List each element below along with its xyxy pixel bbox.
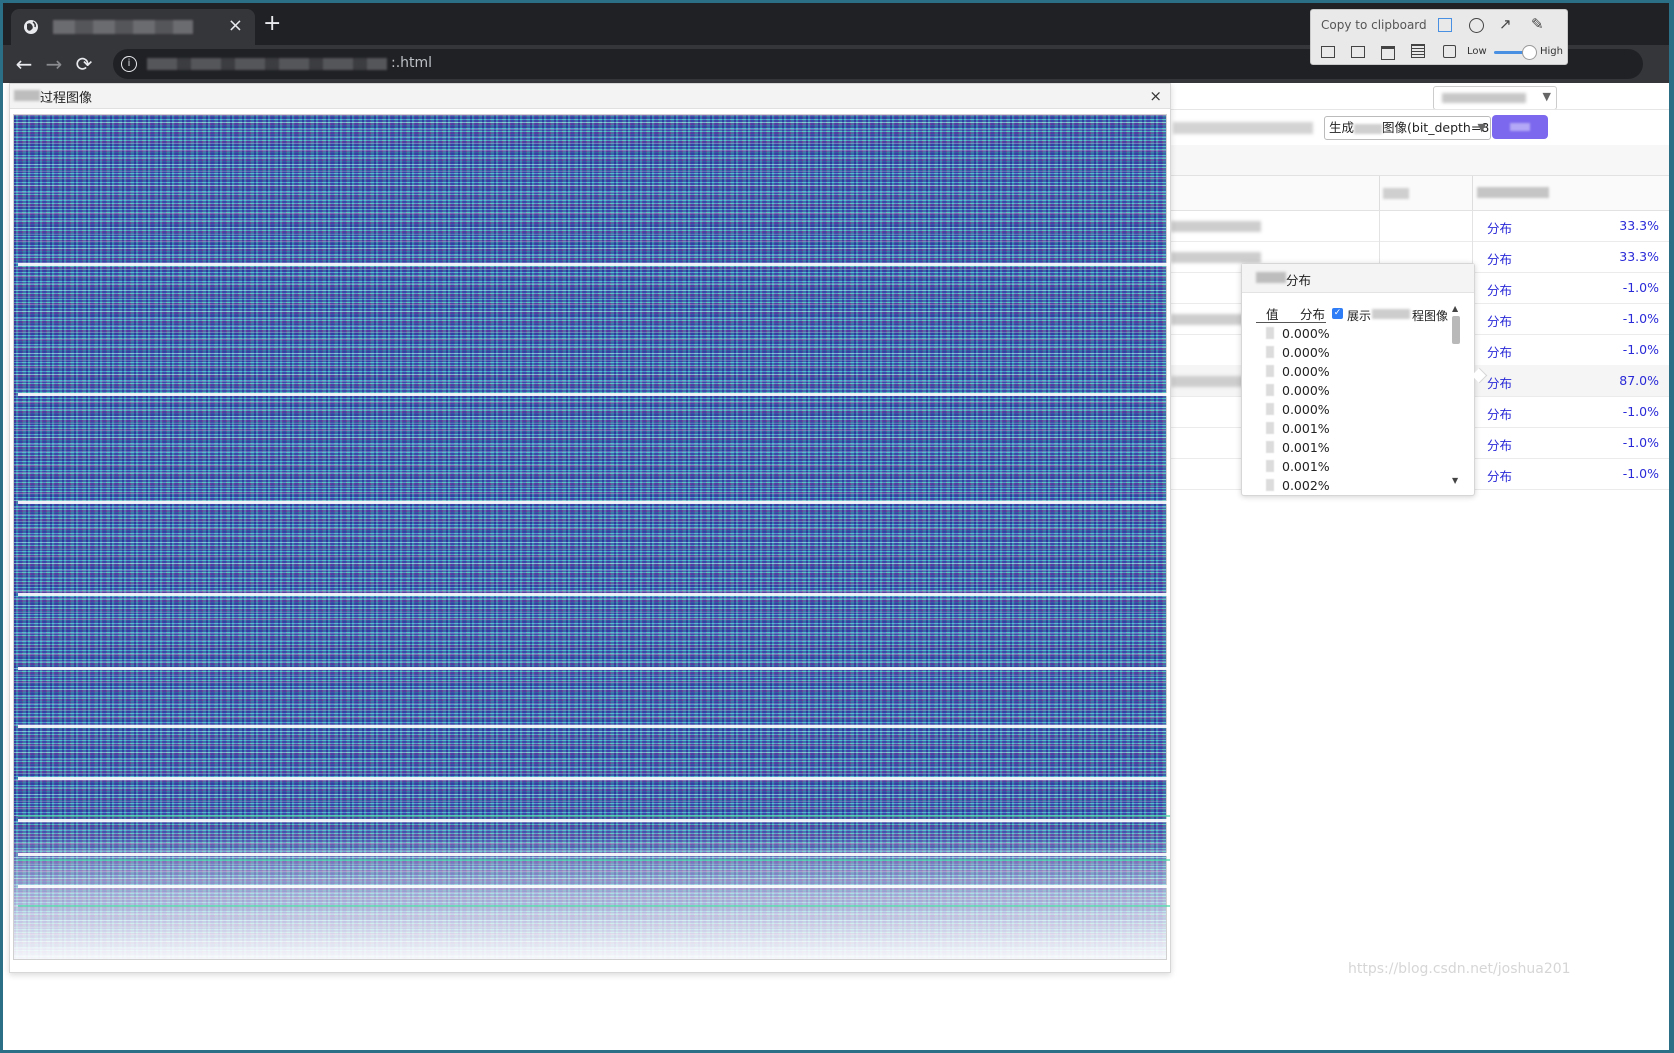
copy-to-clipboard-button[interactable]: Copy to clipboard <box>1321 18 1427 32</box>
quality-low-label: Low <box>1467 46 1487 57</box>
row-name-redacted <box>1171 221 1261 232</box>
watermark-text: https://blog.csdn.net/joshua201 <box>1348 961 1571 977</box>
circle-icon[interactable] <box>1469 18 1484 33</box>
reload-icon[interactable]: ⟳ <box>73 53 95 75</box>
top-select-value-redacted <box>1442 93 1526 103</box>
pencil-icon[interactable]: ✎ <box>1531 16 1544 32</box>
show-process-image-checkbox[interactable]: ✓ <box>1332 308 1343 319</box>
row-percent: -1.0% <box>1622 311 1659 326</box>
mode-select-suffix: 图像(bit_depth=8) <box>1382 120 1491 135</box>
table-row: 分布 33.3% <box>1169 210 1669 242</box>
list-item: 0.002% <box>1266 477 1346 495</box>
url-redacted <box>147 58 387 70</box>
distribution-popover: 分布 值 分布 ✓ 展示 程图像 0.000% 0.000% 0.000% 0.… <box>1241 263 1488 496</box>
submit-button-label-redacted <box>1510 123 1530 131</box>
arrow-icon[interactable]: ↗ <box>1499 16 1512 32</box>
distribution-link[interactable]: 分布 <box>1487 249 1512 268</box>
process-image <box>13 114 1170 960</box>
popover-title-redacted <box>1256 272 1286 283</box>
show-process-image-label[interactable]: 展示 <box>1347 307 1371 324</box>
site-info-icon[interactable]: i <box>121 56 137 72</box>
process-image-dialog: 过程图像 × <box>9 83 1171 973</box>
distribution-column-header: 分布 <box>1300 307 1326 322</box>
row-percent: -1.0% <box>1622 435 1659 450</box>
scrollbar-thumb[interactable] <box>1452 316 1460 344</box>
list-item: 0.000% <box>1266 344 1346 362</box>
row-percent: -1.0% <box>1622 342 1659 357</box>
list-item: 0.001% <box>1266 458 1346 476</box>
tab-close-icon[interactable]: × <box>228 17 243 35</box>
quality-high-label: High <box>1540 46 1563 57</box>
row-name-redacted <box>1171 252 1261 263</box>
row-percent: -1.0% <box>1622 280 1659 295</box>
table-header <box>1169 175 1669 211</box>
row-percent: -1.0% <box>1622 404 1659 419</box>
list-item: 0.000% <box>1266 401 1346 419</box>
row-percent: -1.0% <box>1622 466 1659 481</box>
tab-title-redacted <box>53 20 193 34</box>
row-percent: 33.3% <box>1619 249 1659 264</box>
mode-select-redacted <box>1354 123 1383 134</box>
new-tab-icon[interactable]: + <box>263 13 281 35</box>
popover-header: 分布 <box>1242 264 1474 293</box>
image-icon[interactable] <box>1351 46 1365 58</box>
close-icon[interactable]: × <box>1149 87 1162 105</box>
top-select[interactable]: ▼ <box>1433 86 1557 110</box>
distribution-link[interactable]: 分布 <box>1487 218 1512 237</box>
table-toolbar-band <box>1169 145 1669 175</box>
window-capture-icon[interactable] <box>1321 46 1335 58</box>
save-icon[interactable] <box>1443 45 1456 58</box>
popover-scrollbar[interactable]: ▲ ▼ <box>1450 304 1462 490</box>
dialog-title-redacted <box>14 90 40 101</box>
scroll-down-icon[interactable]: ▼ <box>1452 476 1458 485</box>
control-label-redacted <box>1173 122 1313 134</box>
list-item: 0.000% <box>1266 325 1346 343</box>
globe-icon <box>24 20 38 34</box>
distribution-link[interactable]: 分布 <box>1487 311 1512 330</box>
rectangle-icon[interactable] <box>1438 18 1452 32</box>
distribution-link[interactable]: 分布 <box>1487 466 1512 485</box>
back-icon[interactable]: ← <box>13 53 35 75</box>
distribution-link[interactable]: 分布 <box>1487 280 1512 299</box>
scroll-up-icon[interactable]: ▲ <box>1452 304 1458 313</box>
table-header-col3-redacted <box>1477 187 1549 198</box>
mode-select[interactable]: 生成 图像(bit_depth=8) ▼ <box>1324 116 1491 140</box>
screenshot-frame: × + ← → ⟳ i :.html Copy to clipboard ↗ ✎… <box>3 3 1669 1050</box>
mode-select-prefix: 生成 <box>1329 120 1355 135</box>
forward-icon[interactable]: → <box>43 53 65 75</box>
document-icon[interactable] <box>1411 44 1425 58</box>
distribution-link[interactable]: 分布 <box>1487 342 1512 361</box>
browser-tab[interactable]: × <box>11 9 255 45</box>
table-header-col2-redacted <box>1383 188 1409 199</box>
distribution-link[interactable]: 分布 <box>1487 404 1512 423</box>
quality-slider-knob[interactable] <box>1522 45 1537 60</box>
list-item: 0.001% <box>1266 420 1346 438</box>
popover-title: 分布 <box>1286 273 1312 288</box>
list-item: 0.000% <box>1266 382 1346 400</box>
list-item: 0.000% <box>1266 363 1346 381</box>
dialog-title: 过程图像 <box>40 91 93 106</box>
show-process-image-label-suffix[interactable]: 程图像 <box>1412 307 1448 324</box>
dialog-header: 过程图像 × <box>10 84 1170 109</box>
calendar-icon[interactable] <box>1381 46 1395 60</box>
row-percent: 33.3% <box>1619 218 1659 233</box>
distribution-link[interactable]: 分布 <box>1487 435 1512 454</box>
url-text: :.html <box>391 55 433 71</box>
chevron-down-icon: ▼ <box>1542 90 1551 103</box>
value-column-header: 值 <box>1266 307 1279 322</box>
control-row: 生成 图像(bit_depth=8) ▼ <box>1169 109 1669 146</box>
distribution-link[interactable]: 分布 <box>1487 373 1512 392</box>
list-item: 0.001% <box>1266 439 1346 457</box>
show-label-redacted <box>1372 309 1410 319</box>
chevron-down-icon: ▼ <box>1477 121 1486 134</box>
row-percent: 87.0% <box>1619 373 1659 388</box>
screenshot-toolbar: Copy to clipboard ↗ ✎ Low High <box>1310 9 1568 65</box>
submit-button[interactable] <box>1492 115 1548 139</box>
